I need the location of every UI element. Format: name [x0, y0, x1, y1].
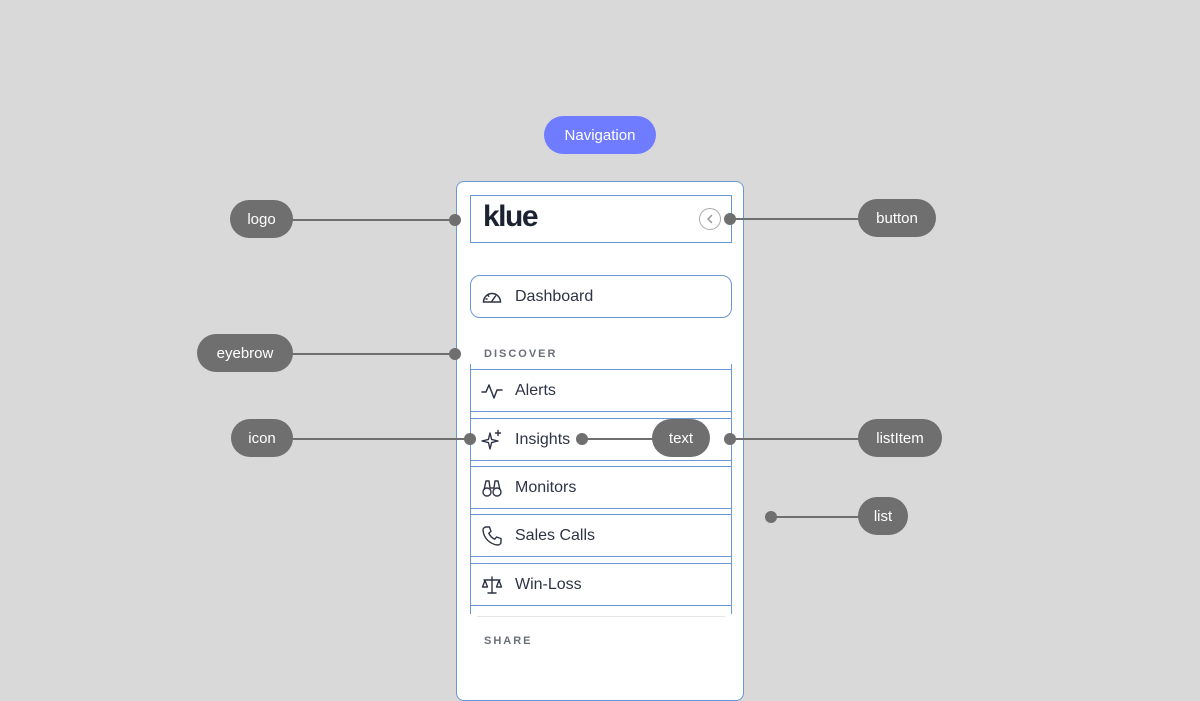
- callout-text: text: [652, 419, 710, 457]
- callout-eyebrow: eyebrow: [197, 334, 293, 372]
- callout-list: list: [858, 497, 908, 535]
- nav-item-label: Insights: [515, 430, 571, 448]
- nav-item-label: Sales Calls: [515, 526, 596, 544]
- gauge-icon: [481, 286, 503, 308]
- connector-line: [771, 516, 859, 518]
- nav-item-label: Win-Loss: [515, 575, 582, 593]
- connector-dot: [464, 433, 476, 445]
- klue-logo[interactable]: klue: [483, 200, 539, 234]
- section-divider: [477, 616, 725, 617]
- eyebrow-discover: DISCOVER: [484, 348, 558, 360]
- phone-icon: [481, 525, 503, 547]
- connector-dot: [765, 511, 777, 523]
- nav-item-sales-calls[interactable]: Sales Calls: [470, 514, 732, 557]
- connector-dot: [449, 214, 461, 226]
- connector-line: [292, 219, 455, 221]
- binoculars-icon: [481, 477, 503, 499]
- activity-icon: [481, 380, 503, 402]
- connector-dot: [576, 433, 588, 445]
- connector-dot: [724, 213, 736, 225]
- callout-button: button: [858, 199, 936, 237]
- eyebrow-share: SHARE: [484, 635, 533, 647]
- nav-item-label: Alerts: [515, 381, 556, 399]
- connector-line: [731, 218, 859, 220]
- callout-logo: logo: [230, 200, 293, 238]
- chevron-left-icon: [707, 214, 713, 224]
- nav-item-dashboard[interactable]: Dashboard: [470, 275, 732, 318]
- navigation-title: Navigation: [544, 116, 656, 154]
- connector-dot: [449, 348, 461, 360]
- nav-item-monitors[interactable]: Monitors: [470, 466, 732, 509]
- nav-item-win-loss[interactable]: Win-Loss: [470, 563, 732, 606]
- connector-line: [292, 438, 470, 440]
- collapse-button[interactable]: [699, 208, 721, 230]
- nav-header: klue: [470, 195, 732, 243]
- scale-icon: [481, 574, 503, 596]
- connector-dot: [724, 433, 736, 445]
- nav-item-label: Monitors: [515, 478, 577, 496]
- sparkle-icon: [481, 429, 503, 451]
- connector-line: [292, 353, 455, 355]
- nav-item-label: Dashboard: [515, 287, 594, 305]
- nav-item-alerts[interactable]: Alerts: [470, 369, 732, 412]
- callout-list-item: listItem: [858, 419, 942, 457]
- connector-line: [731, 438, 859, 440]
- callout-icon: icon: [231, 419, 293, 457]
- connector-line: [582, 438, 654, 440]
